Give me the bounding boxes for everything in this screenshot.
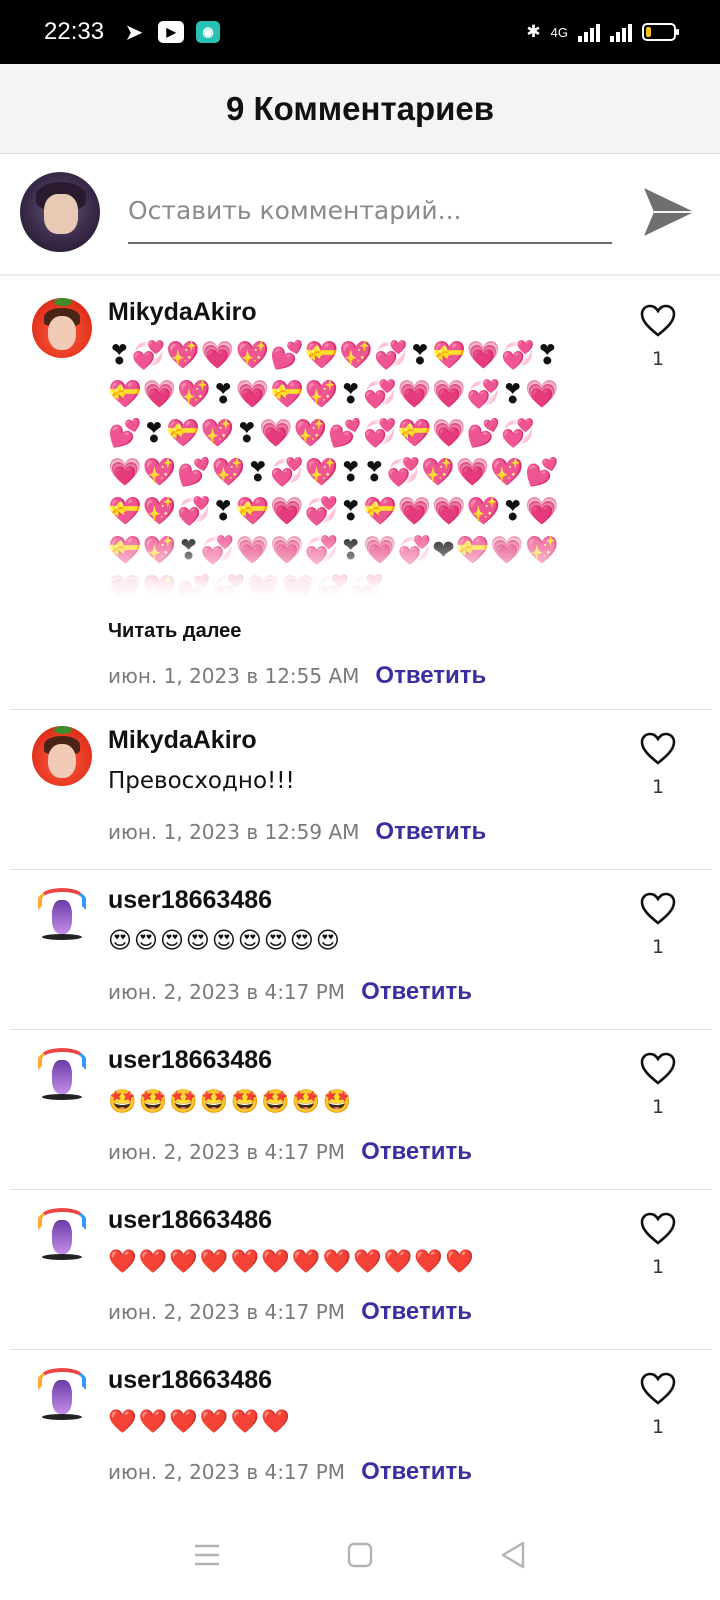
comments-header: 9 Комментариев xyxy=(0,64,720,154)
comment-date: июн. 1, 2023 в 12:59 AM xyxy=(108,820,360,844)
current-user-avatar xyxy=(20,172,100,252)
comment-date: июн. 1, 2023 в 12:55 AM xyxy=(108,664,360,688)
comment-text: ❣💞💖💗💖💕💝💖💞❣💝💗💞❣💝💗💖❣💗💝💖❣💞💗💗💞❣💗💕❣💝💖❣💗💖💕💞💝💗💕… xyxy=(108,336,568,598)
reply-button[interactable]: Ответить xyxy=(361,1298,472,1326)
youtube-icon: ▶ xyxy=(158,21,185,43)
comment-author[interactable]: MikydaAkiro xyxy=(108,726,257,755)
like-count: 1 xyxy=(651,348,665,370)
avatar[interactable] xyxy=(32,298,92,358)
avatar[interactable] xyxy=(32,726,92,786)
comment-author[interactable]: user18663486 xyxy=(108,886,272,915)
reply-button[interactable]: Ответить xyxy=(361,1458,472,1486)
comment-item: user18663486 🤩🤩🤩🤩🤩🤩🤩🤩 июн. 2, 2023 в 4:1… xyxy=(10,1030,712,1190)
avatar[interactable] xyxy=(32,1046,92,1106)
bluetooth-icon: ✱ xyxy=(526,22,541,41)
comment-meta: июн. 1, 2023 в 12:59 AM Ответить xyxy=(108,818,486,846)
avatar[interactable] xyxy=(32,1366,92,1426)
comment-date: июн. 2, 2023 в 4:17 PM xyxy=(108,1460,346,1484)
comment-item: MikydaAkiro Превосходно!!! июн. 1, 2023 … xyxy=(10,710,712,870)
comment-author[interactable]: MikydaAkiro xyxy=(108,298,257,327)
comment-text: 😍😍😍😍😍😍😍😍😍 xyxy=(108,928,342,954)
comment-input[interactable] xyxy=(128,192,612,244)
heart-icon[interactable] xyxy=(640,892,676,926)
comment-author[interactable]: user18663486 xyxy=(108,1206,272,1235)
telegram-icon: ➤ xyxy=(125,21,143,44)
send-icon[interactable] xyxy=(640,184,696,240)
back-triangle-icon[interactable] xyxy=(493,1535,533,1575)
comment-item: user18663486 ❤️❤️❤️❤️❤️❤️❤️❤️❤️❤️❤️❤️ ию… xyxy=(10,1190,712,1350)
signal-icon-2 xyxy=(610,22,632,42)
comment-meta: июн. 2, 2023 в 4:17 PM Ответить xyxy=(108,1138,472,1166)
comment-text: Превосходно!!! xyxy=(108,768,295,794)
comment-text: ❤️❤️❤️❤️❤️❤️ xyxy=(108,1409,292,1435)
heart-icon[interactable] xyxy=(640,732,676,766)
like-count: 1 xyxy=(651,1256,665,1278)
comment-item: MikydaAkiro ❣💞💖💗💖💕💝💖💞❣💝💗💞❣💝💗💖❣💗💝💖❣💞💗💗💞❣💗… xyxy=(10,282,712,710)
comments-list: MikydaAkiro ❣💞💖💗💖💕💝💖💞❣💝💗💞❣💝💗💖❣💗💝💖❣💞💗💗💞❣💗… xyxy=(0,282,720,1510)
comment-item: user18663486 ❤️❤️❤️❤️❤️❤️ июн. 2, 2023 в… xyxy=(10,1350,712,1510)
page-title: 9 Комментариев xyxy=(225,89,495,127)
reply-button[interactable]: Ответить xyxy=(361,978,472,1006)
status-bar: 22:33 ➤ ▶ ◉ ✱ 4G xyxy=(0,0,720,64)
heart-icon[interactable] xyxy=(640,1372,676,1406)
like-count: 1 xyxy=(651,1416,665,1438)
reply-button[interactable]: Ответить xyxy=(361,1138,472,1166)
avatar[interactable] xyxy=(32,886,92,946)
comment-meta: июн. 2, 2023 в 4:17 PM Ответить xyxy=(108,1298,472,1326)
like-count: 1 xyxy=(651,776,665,798)
status-time: 22:33 xyxy=(44,18,105,45)
comment-meta: июн. 1, 2023 в 12:55 AM Ответить xyxy=(108,662,486,690)
comment-author[interactable]: user18663486 xyxy=(108,1366,272,1395)
network-type: 4G xyxy=(550,24,568,40)
avatar[interactable] xyxy=(32,1206,92,1266)
reply-button[interactable]: Ответить xyxy=(375,818,486,846)
heart-icon[interactable] xyxy=(640,1052,676,1086)
comment-composer xyxy=(0,154,720,276)
home-square-icon[interactable] xyxy=(340,1535,380,1575)
comment-date: июн. 2, 2023 в 4:17 PM xyxy=(108,1140,346,1164)
like-count: 1 xyxy=(651,936,665,958)
heart-icon[interactable] xyxy=(640,1212,676,1246)
comment-author[interactable]: user18663486 xyxy=(108,1046,272,1075)
comment-item: user18663486 😍😍😍😍😍😍😍😍😍 июн. 2, 2023 в 4:… xyxy=(10,870,712,1030)
reply-button[interactable]: Ответить xyxy=(375,662,486,690)
system-nav-bar xyxy=(0,1510,720,1600)
heart-icon[interactable] xyxy=(640,304,676,338)
like-count: 1 xyxy=(651,1096,665,1118)
app-icon: ◉ xyxy=(196,21,221,43)
comment-meta: июн. 2, 2023 в 4:17 PM Ответить xyxy=(108,978,472,1006)
signal-icon xyxy=(578,22,600,42)
comment-text: 🤩🤩🤩🤩🤩🤩🤩🤩 xyxy=(108,1089,354,1115)
menu-icon[interactable] xyxy=(187,1535,227,1575)
comment-date: июн. 2, 2023 в 4:17 PM xyxy=(108,980,346,1004)
battery-icon xyxy=(642,23,679,41)
comment-meta: июн. 2, 2023 в 4:17 PM Ответить xyxy=(108,1458,472,1486)
comment-date: июн. 2, 2023 в 4:17 PM xyxy=(108,1300,346,1324)
read-more-link[interactable]: Читать далее xyxy=(108,620,241,643)
comment-text: ❤️❤️❤️❤️❤️❤️❤️❤️❤️❤️❤️❤️ xyxy=(108,1249,476,1275)
